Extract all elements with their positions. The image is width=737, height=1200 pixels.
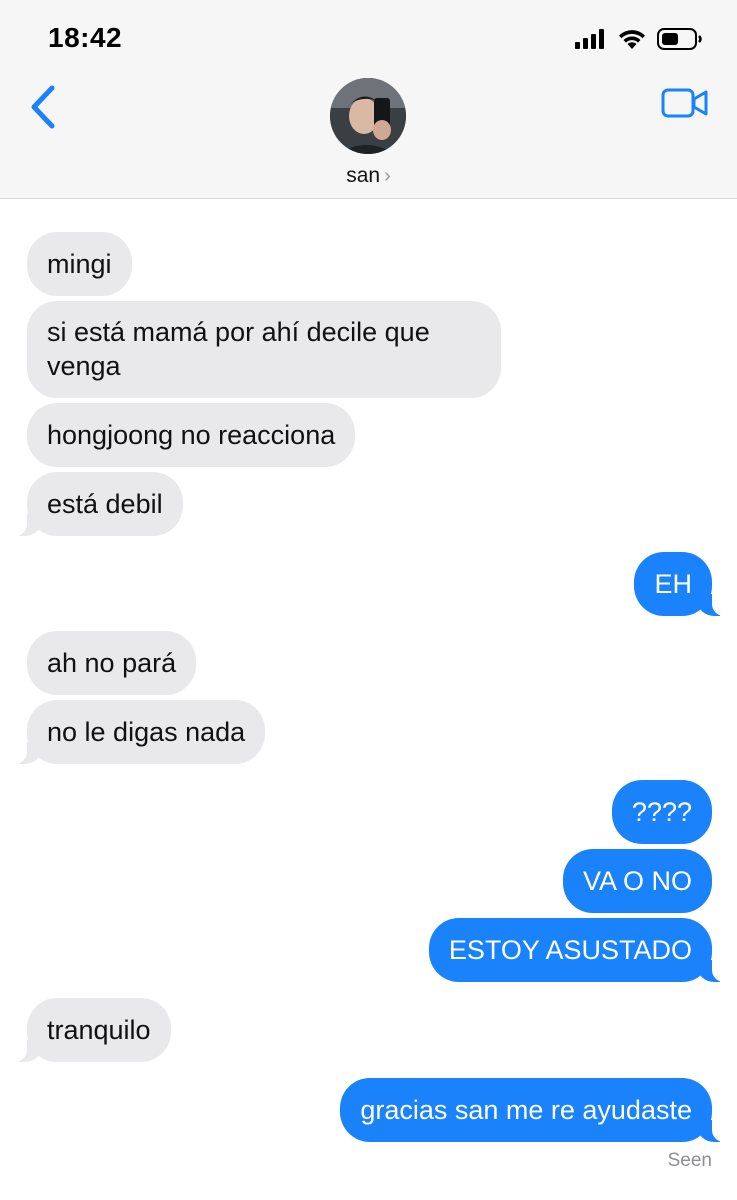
message-text: ???? bbox=[631, 797, 692, 827]
message-bubble-incoming[interactable]: está debil bbox=[7, 472, 183, 536]
message-bubble-outgoing[interactable]: EH bbox=[634, 552, 732, 616]
contact-name-button[interactable]: san › bbox=[0, 164, 737, 188]
message-bubble-incoming[interactable]: ah no pará bbox=[27, 631, 197, 695]
message-bubble-incoming[interactable]: no le digas nada bbox=[6, 700, 266, 764]
chevron-left-icon[interactable] bbox=[26, 82, 62, 132]
message-bubble-incoming[interactable]: hongjoong no reacciona bbox=[27, 403, 356, 467]
wifi-icon bbox=[619, 30, 645, 49]
message-bubble-outgoing[interactable]: VA O NO bbox=[562, 849, 712, 913]
message-text: EH bbox=[654, 569, 692, 599]
video-camera-icon[interactable] bbox=[661, 86, 709, 120]
message-bubble-incoming[interactable]: tranquilo bbox=[7, 998, 171, 1062]
avatar[interactable] bbox=[330, 78, 406, 154]
message-text: gracias san me re ayudaste bbox=[360, 1095, 692, 1125]
message-text: ESTOY ASUSTADO bbox=[448, 935, 692, 965]
message-bubble-incoming[interactable]: mingi bbox=[27, 232, 132, 296]
message-text: hongjoong no reacciona bbox=[47, 420, 336, 450]
status-icons bbox=[575, 26, 703, 52]
message-text: no le digas nada bbox=[47, 717, 246, 747]
message-bubble-outgoing[interactable]: ???? bbox=[611, 780, 712, 844]
read-receipt: Seen bbox=[667, 1150, 712, 1171]
chevron-right-icon: › bbox=[384, 165, 391, 187]
message-bubble-outgoing[interactable]: gracias san me re ayudaste bbox=[340, 1078, 732, 1142]
message-text: ah no pará bbox=[47, 648, 177, 678]
message-text: tranquilo bbox=[47, 1015, 151, 1045]
message-text: está debil bbox=[47, 489, 163, 519]
message-text: mingi bbox=[47, 249, 112, 279]
status-time: 18:42 bbox=[48, 22, 123, 53]
signal-icon bbox=[575, 29, 604, 49]
message-bubble-incoming[interactable]: si está mamá por ahí decile que venga bbox=[27, 301, 501, 398]
contact-name: san bbox=[346, 164, 381, 187]
battery-icon bbox=[657, 28, 702, 50]
conversation-header: 18:42 san › bbox=[0, 0, 737, 199]
message-text: si está mamá por ahí decile que venga bbox=[47, 317, 430, 381]
message-text: VA O NO bbox=[582, 866, 692, 896]
avatar-photo bbox=[330, 78, 406, 154]
message-bubble-outgoing[interactable]: ESTOY ASUSTADO bbox=[428, 918, 733, 982]
